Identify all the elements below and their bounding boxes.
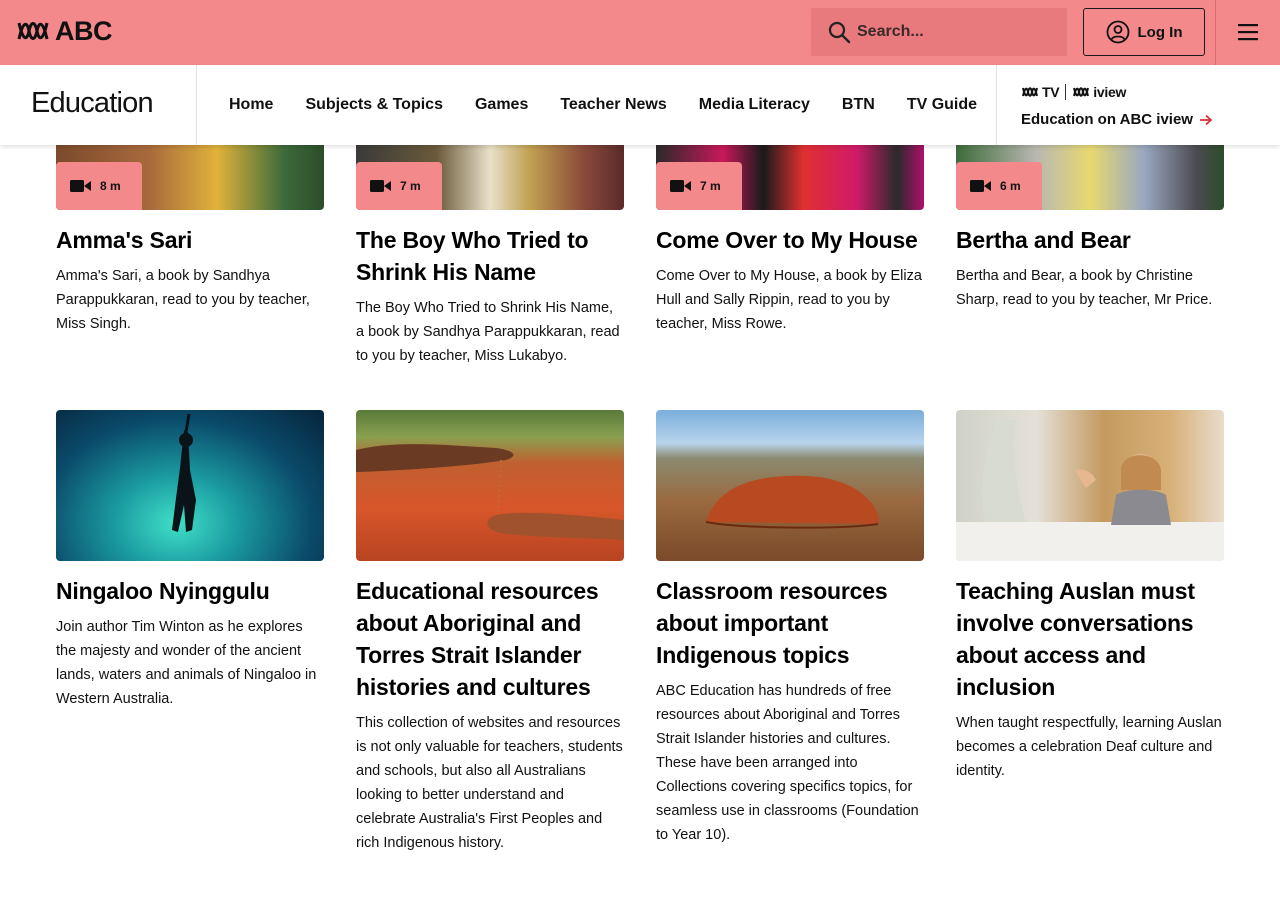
section-nav: Education Home Subjects & Topics Games T… bbox=[0, 65, 1280, 145]
video-card[interactable]: 6 m Bertha and Bear Bertha and Bear, a b… bbox=[956, 130, 1224, 312]
arrow-right-icon bbox=[1199, 114, 1213, 125]
hamburger-menu-icon[interactable] bbox=[1234, 21, 1262, 43]
duration-label: 7 m bbox=[400, 179, 421, 193]
video-card[interactable]: 7 m The Boy Who Tried to Shrink His Name… bbox=[356, 130, 624, 368]
card-description: ABC Education has hundreds of free resou… bbox=[656, 683, 919, 843]
video-card[interactable]: 8 m Amma's Sari Amma's Sari, a book by S… bbox=[56, 130, 324, 336]
card-title[interactable]: Bertha and Bear bbox=[956, 224, 1224, 256]
article-card[interactable]: Educational resources about Aboriginal a… bbox=[356, 410, 624, 855]
section-title[interactable]: Education bbox=[31, 87, 154, 120]
card-description: When taught respectfully, learning Ausla… bbox=[956, 715, 1222, 779]
divider bbox=[1065, 84, 1067, 100]
duration-badge: 6 m bbox=[956, 162, 1042, 210]
card-title[interactable]: Come Over to My House bbox=[656, 224, 924, 256]
article-image[interactable] bbox=[56, 410, 324, 561]
nav-link-btn[interactable]: BTN bbox=[826, 96, 891, 114]
abc-lissajous-icon bbox=[17, 22, 49, 40]
nav-link-tv-guide[interactable]: TV Guide bbox=[891, 96, 993, 114]
nav-link-home[interactable]: Home bbox=[213, 96, 289, 114]
search-input[interactable] bbox=[857, 23, 1057, 41]
article-image[interactable] bbox=[356, 410, 624, 561]
article-image[interactable] bbox=[656, 410, 924, 561]
abc-lissajous-icon bbox=[1073, 87, 1090, 97]
user-icon bbox=[1106, 20, 1129, 44]
nav-link-games[interactable]: Games bbox=[459, 96, 544, 114]
card-description: This collection of websites and resource… bbox=[356, 715, 623, 851]
video-camera-icon bbox=[70, 180, 91, 192]
divider bbox=[996, 65, 997, 145]
abc-tv-logo: TV bbox=[1021, 84, 1060, 100]
abc-iview-logo: iview bbox=[1072, 84, 1126, 100]
article-image[interactable] bbox=[956, 410, 1224, 561]
abc-tv-logo-text: TV bbox=[1042, 84, 1060, 100]
card-title[interactable]: Amma's Sari bbox=[56, 224, 324, 256]
card-title[interactable]: Classroom resources about important Indi… bbox=[656, 575, 924, 671]
duration-badge: 7 m bbox=[356, 162, 442, 210]
card-description: Come Over to My House, a book by Eliza H… bbox=[656, 268, 922, 332]
card-title[interactable]: Teaching Auslan must involve conversatio… bbox=[956, 575, 1224, 703]
article-card[interactable]: Classroom resources about important Indi… bbox=[656, 410, 924, 847]
section-nav-links: Home Subjects & Topics Games Teacher New… bbox=[213, 65, 993, 145]
uluru-image bbox=[705, 475, 879, 529]
login-label: Log In bbox=[1137, 23, 1183, 41]
card-description: Bertha and Bear, a book by Christine Sha… bbox=[956, 268, 1213, 308]
iview-link[interactable]: Education on ABC iview bbox=[1021, 111, 1213, 128]
article-card[interactable]: Ningaloo Nyinggulu Join author Tim Winto… bbox=[56, 410, 324, 711]
divider bbox=[1215, 0, 1216, 65]
card-description: The Boy Who Tried to Shrink His Name, a … bbox=[356, 300, 620, 364]
top-bar: ABC Log In bbox=[0, 0, 1280, 65]
search-icon bbox=[828, 21, 851, 44]
video-camera-icon bbox=[370, 180, 391, 192]
card-title[interactable]: Ningaloo Nyinggulu bbox=[56, 575, 324, 607]
abc-logo-text: ABC bbox=[55, 16, 113, 46]
article-card[interactable]: Teaching Auslan must involve conversatio… bbox=[956, 410, 1224, 783]
card-title[interactable]: The Boy Who Tried to Shrink His Name bbox=[356, 224, 624, 288]
duration-label: 7 m bbox=[700, 179, 721, 193]
duration-label: 6 m bbox=[1000, 179, 1021, 193]
duration-badge: 7 m bbox=[656, 162, 742, 210]
login-button[interactable]: Log In bbox=[1083, 8, 1205, 56]
duration-label: 8 m bbox=[100, 179, 121, 193]
abc-lissajous-icon bbox=[1022, 87, 1038, 97]
hands-image bbox=[356, 444, 624, 540]
abc-iview-logo-text: iview bbox=[1093, 84, 1127, 100]
abc-tv-iview-logos: TV iview bbox=[1021, 84, 1126, 100]
nav-link-media-literacy[interactable]: Media Literacy bbox=[683, 96, 826, 114]
diver-image bbox=[172, 413, 196, 532]
search-box[interactable] bbox=[811, 8, 1067, 56]
video-camera-icon bbox=[670, 180, 691, 192]
auslan-signing-image bbox=[956, 420, 1224, 561]
video-card[interactable]: 7 m Come Over to My House Come Over to M… bbox=[656, 130, 924, 336]
nav-link-subjects-topics[interactable]: Subjects & Topics bbox=[289, 96, 459, 114]
card-description: Join author Tim Winton as he explores th… bbox=[56, 619, 317, 707]
card-title[interactable]: Educational resources about Aboriginal a… bbox=[356, 575, 624, 703]
abc-logo[interactable]: ABC bbox=[17, 16, 113, 46]
duration-badge: 8 m bbox=[56, 162, 142, 210]
nav-link-teacher-news[interactable]: Teacher News bbox=[544, 96, 682, 114]
video-camera-icon bbox=[970, 180, 991, 192]
iview-link-label: Education on ABC iview bbox=[1021, 111, 1193, 128]
card-description: Amma's Sari, a book by Sandhya Parappukk… bbox=[56, 268, 310, 332]
divider bbox=[196, 65, 197, 145]
